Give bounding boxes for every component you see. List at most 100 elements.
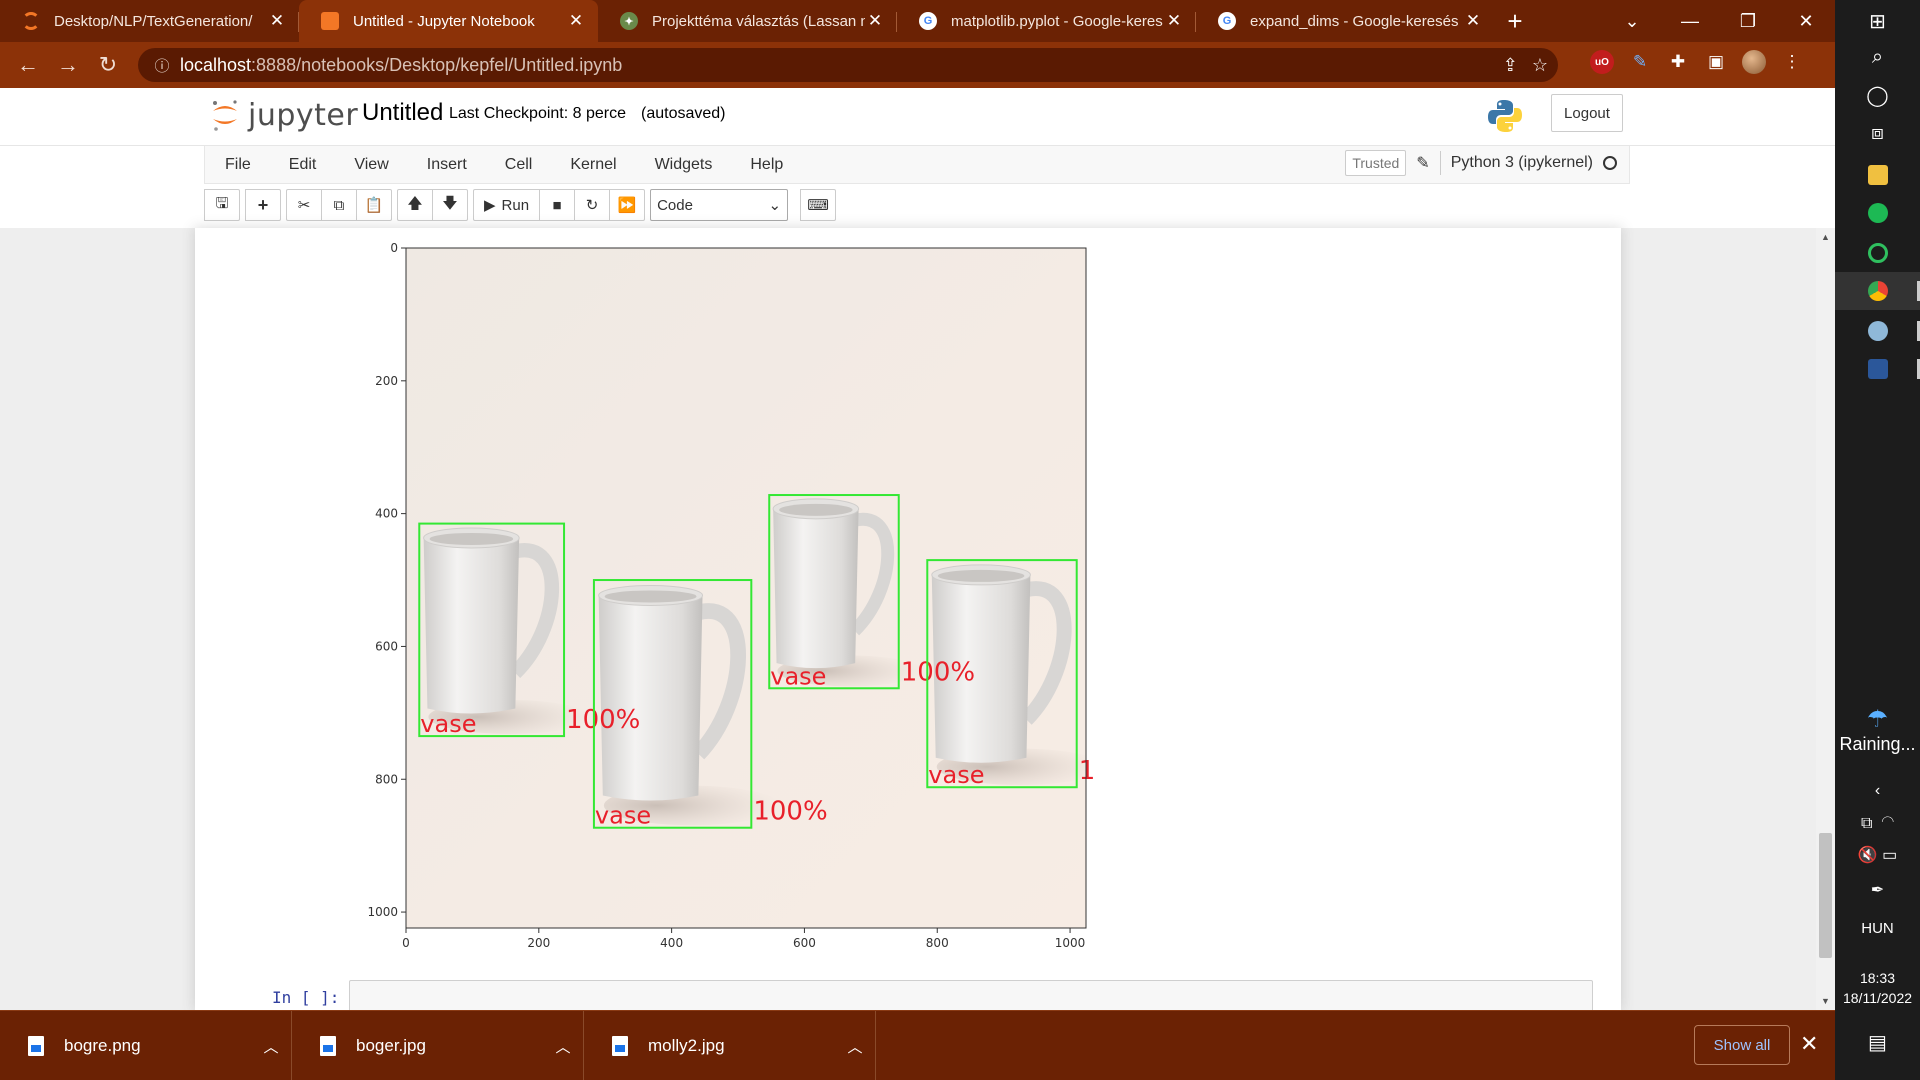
meet-now-icon[interactable]: ⧉ (1861, 815, 1872, 832)
notebook-scrollbar[interactable]: ▲ ▼ (1816, 228, 1835, 1010)
download-filename: boger.jpg (356, 1036, 426, 1055)
close-window-icon[interactable]: ✕ (1777, 0, 1835, 42)
restore-icon[interactable]: ❐ (1719, 0, 1777, 42)
browser-tab[interactable]: G expand_dims - Google-keresés ✕ (1196, 0, 1495, 42)
bookmark-star-icon[interactable]: ☆ (1532, 55, 1548, 76)
cut-icon[interactable]: ✂ (286, 189, 322, 221)
image-file-icon (320, 1036, 336, 1056)
close-icon[interactable]: ✕ (566, 11, 586, 31)
checkpoint-status: Last Checkpoint: 8 perce (449, 105, 626, 122)
chevron-up-icon[interactable]: ︿ (835, 1036, 875, 1057)
close-icon[interactable]: ✕ (865, 11, 885, 31)
fast-forward-icon[interactable]: ⏩ (609, 189, 646, 221)
wifi-icon[interactable]: ◠ (1881, 815, 1894, 832)
restart-icon[interactable]: ↻ (574, 189, 611, 221)
move-down-icon[interactable]: 🡇 (432, 189, 468, 221)
show-hidden-icons-icon[interactable]: ‹ (1835, 782, 1920, 800)
cortana-icon[interactable]: ◯ (1835, 76, 1920, 114)
close-icon[interactable]: ✕ (1164, 11, 1184, 31)
new-tab-button[interactable]: + (1495, 0, 1535, 42)
scrollbar-thumb[interactable] (1819, 833, 1832, 958)
logout-button[interactable]: Logout (1551, 94, 1623, 132)
browser-tab[interactable]: Desktop/NLP/TextGeneration/ ✕ (0, 0, 299, 42)
browser-tab-active[interactable]: Untitled - Jupyter Notebook ✕ (299, 0, 598, 42)
edit-pencil-icon[interactable]: ✎ (1416, 153, 1429, 173)
pen-icon[interactable]: ✒ (1835, 880, 1920, 900)
scroll-up-icon[interactable]: ▲ (1816, 232, 1835, 242)
autosave-status: (autosaved) (641, 105, 726, 122)
stop-icon[interactable]: ■ (539, 189, 576, 221)
puzzle-extensions-icon[interactable]: ✚ (1666, 50, 1690, 74)
reload-icon[interactable]: ↻ (88, 45, 128, 85)
notebook-menubar: File Edit View Insert Cell Kernel Widget… (204, 146, 1630, 184)
site-info-icon[interactable]: ⓘ (144, 55, 180, 76)
insert-cell-button[interactable]: + (245, 189, 281, 221)
tab-title: Desktop/NLP/TextGeneration/ (54, 12, 253, 30)
paste-icon[interactable]: 📋 (356, 189, 392, 221)
show-all-button[interactable]: Show all (1694, 1025, 1790, 1065)
keyboard-shortcuts-icon[interactable]: ⌨ (800, 189, 837, 221)
menu-file[interactable]: File (205, 156, 270, 174)
app-circle-icon[interactable] (1835, 234, 1920, 272)
move-up-icon[interactable]: 🡅 (397, 189, 433, 221)
cell-prompt: In [ ]: (272, 988, 340, 1007)
spotify-icon[interactable] (1835, 194, 1920, 232)
file-explorer-icon[interactable] (1835, 156, 1920, 194)
download-item[interactable]: molly2.jpg ︿ (584, 1011, 876, 1080)
close-icon[interactable]: ✕ (1800, 1031, 1818, 1057)
cell-type-select[interactable]: Code ⌄ (650, 189, 789, 221)
chrome-icon[interactable] (1835, 272, 1920, 310)
weather-widget[interactable]: ☂ Raining... (1835, 705, 1920, 755)
close-icon[interactable]: ✕ (267, 11, 287, 31)
notifications-icon[interactable]: ▤ (1835, 1030, 1920, 1055)
volume-muted-icon[interactable]: 🔇 (1858, 847, 1878, 864)
tab-title: matplotlib.pyplot - Google-keres (951, 12, 1163, 30)
app-bird-icon[interactable] (1835, 312, 1920, 350)
copy-icon[interactable]: ⧉ (321, 189, 357, 221)
minimize-icon[interactable]: — (1661, 0, 1719, 42)
detection-score: 100% (566, 705, 640, 735)
battery-icon[interactable]: ▭ (1882, 847, 1897, 864)
scroll-down-icon[interactable]: ▼ (1816, 996, 1835, 1006)
back-icon[interactable]: ← (8, 45, 48, 85)
chrome-menu-icon[interactable]: ⋮ (1780, 50, 1804, 74)
menu-edit[interactable]: Edit (270, 156, 336, 174)
word-icon[interactable] (1835, 350, 1920, 388)
extension-icons: uO ✎ ✚ ▣ ⋮ (1590, 50, 1804, 74)
address-bar[interactable]: ⓘ localhost:8888/notebooks/Desktop/kepfe… (138, 48, 1558, 82)
notebook-name[interactable]: Untitled (362, 99, 443, 127)
task-view-icon[interactable]: ⧈ (1835, 114, 1920, 152)
browser-tab[interactable]: G matplotlib.pyplot - Google-keres ✕ (897, 0, 1196, 42)
download-item[interactable]: boger.jpg ︿ (292, 1011, 584, 1080)
search-icon[interactable]: ⌕ (1835, 38, 1920, 76)
download-item[interactable]: bogre.png ︿ (0, 1011, 292, 1080)
menu-widgets[interactable]: Widgets (636, 156, 732, 174)
y-tick-label: 400 (375, 507, 398, 521)
menu-cell[interactable]: Cell (486, 156, 552, 174)
ublock-icon[interactable]: uO (1590, 50, 1614, 74)
tab-search-icon[interactable]: ⌄ (1603, 0, 1661, 42)
profile-avatar[interactable] (1742, 50, 1766, 74)
side-panel-icon[interactable]: ▣ (1704, 50, 1728, 74)
browser-tab[interactable]: ✦ Projekttéma választás (Lassan ne ✕ (598, 0, 897, 42)
input-language[interactable]: HUN (1835, 920, 1920, 937)
jupyter-logo[interactable]: jupyter (210, 97, 358, 133)
chevron-up-icon[interactable]: ︿ (251, 1036, 291, 1057)
run-button[interactable]: ▶ Run (473, 189, 541, 221)
pen-extension-icon[interactable]: ✎ (1628, 50, 1652, 74)
close-icon[interactable]: ✕ (1463, 11, 1483, 31)
taskbar-clock[interactable]: 18:33 18/11/2022 (1835, 968, 1920, 1008)
save-button[interactable]: 🖫 (204, 189, 240, 221)
trusted-badge[interactable]: Trusted (1345, 150, 1407, 176)
menu-view[interactable]: View (335, 156, 407, 174)
windows-start-icon[interactable]: ⊞ (1835, 2, 1920, 40)
forward-icon[interactable]: → (48, 45, 88, 85)
chevron-up-icon[interactable]: ︿ (543, 1036, 583, 1057)
detection-score: 100% (1079, 756, 1095, 786)
menu-help[interactable]: Help (731, 156, 802, 174)
menu-kernel[interactable]: Kernel (551, 156, 635, 174)
menu-insert[interactable]: Insert (408, 156, 486, 174)
tray-icons-2: 🔇 ▭ (1835, 845, 1920, 865)
share-icon[interactable]: ⇪ (1503, 55, 1518, 76)
kernel-name[interactable]: Python 3 (ipykernel) (1451, 154, 1593, 172)
